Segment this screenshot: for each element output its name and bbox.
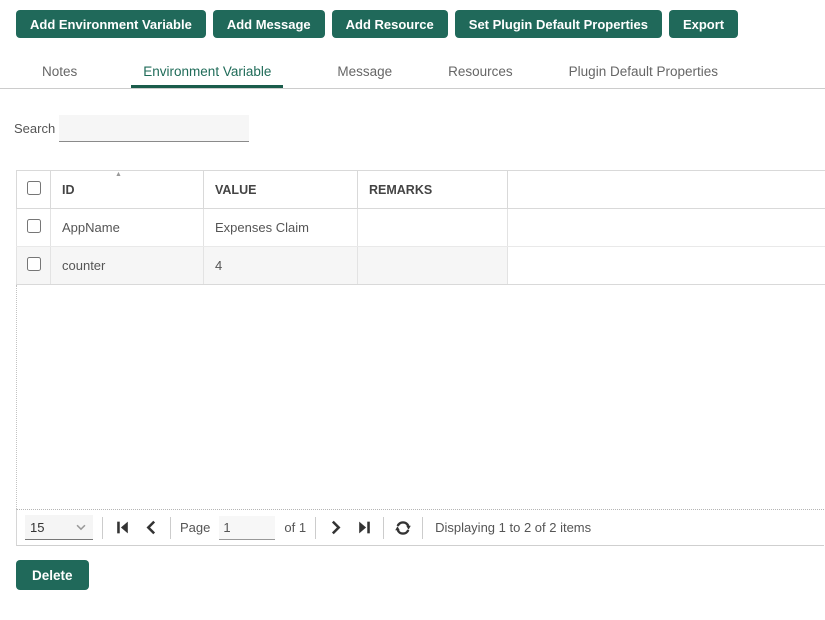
row-checkbox-cell: [17, 247, 51, 285]
row-checkbox[interactable]: [27, 219, 41, 233]
table-row[interactable]: AppName Expenses Claim: [17, 209, 825, 247]
chevron-left-icon: [143, 519, 160, 536]
last-page-button[interactable]: [354, 516, 374, 540]
column-header-remarks-label: REMARKS: [369, 183, 432, 197]
set-plugin-default-properties-button[interactable]: Set Plugin Default Properties: [455, 10, 662, 38]
toolbar: Add Environment Variable Add Message Add…: [16, 10, 809, 38]
pager-divider: [102, 517, 103, 539]
next-page-button[interactable]: [325, 516, 345, 540]
row-checkbox-cell: [17, 209, 51, 247]
search-label: Search: [14, 121, 55, 136]
environment-variable-table: ▲ ID VALUE REMARKS AppName Expenses Clai…: [16, 170, 825, 285]
pagination-bar: 15 Page of 1: [16, 509, 824, 546]
column-header-value-label: VALUE: [215, 183, 256, 197]
chevron-down-icon: [74, 520, 88, 534]
pager-divider: [170, 517, 171, 539]
table-header-row: ▲ ID VALUE REMARKS: [17, 171, 825, 209]
cell-filler: [508, 247, 825, 285]
column-header-id[interactable]: ▲ ID: [51, 171, 204, 209]
tab-environment-variable[interactable]: Environment Variable: [131, 58, 283, 88]
cell-remarks: [358, 209, 508, 247]
page-label: Page: [180, 520, 210, 535]
add-message-button[interactable]: Add Message: [213, 10, 325, 38]
column-header-value[interactable]: VALUE: [204, 171, 358, 209]
footer-actions: Delete: [16, 560, 825, 590]
pager-divider: [383, 517, 384, 539]
cell-filler: [508, 209, 825, 247]
add-resource-button[interactable]: Add Resource: [332, 10, 448, 38]
select-all-header-cell: [17, 171, 51, 209]
tab-bar: Notes Environment Variable Message Resou…: [0, 58, 825, 89]
search-input[interactable]: [59, 115, 249, 142]
filler-column-header: [508, 171, 825, 209]
cell-value: Expenses Claim: [204, 209, 358, 247]
page-number-input[interactable]: [219, 516, 275, 540]
cell-remarks: [358, 247, 508, 285]
search-row: Search: [14, 115, 825, 142]
first-page-icon: [114, 519, 131, 536]
export-button[interactable]: Export: [669, 10, 738, 38]
table-row[interactable]: counter 4: [17, 247, 825, 285]
page-of-label: of 1: [284, 520, 306, 535]
refresh-button[interactable]: [393, 516, 413, 540]
row-checkbox[interactable]: [27, 257, 41, 271]
delete-button[interactable]: Delete: [16, 560, 89, 590]
chevron-right-icon: [327, 519, 344, 536]
table-empty-area: [16, 285, 825, 509]
pager-divider: [422, 517, 423, 539]
first-page-button[interactable]: [112, 516, 132, 540]
cell-id: counter: [51, 247, 204, 285]
select-all-checkbox[interactable]: [27, 181, 41, 195]
column-header-id-label: ID: [62, 183, 75, 197]
page-size-select[interactable]: 15: [25, 515, 93, 540]
sort-asc-icon: ▲: [115, 171, 122, 179]
page-size-value: 15: [30, 520, 44, 535]
refresh-icon: [394, 519, 412, 537]
pager-divider: [315, 517, 316, 539]
tab-message[interactable]: Message: [335, 58, 394, 88]
tab-notes[interactable]: Notes: [40, 58, 79, 88]
pager-status-text: Displaying 1 to 2 of 2 items: [435, 520, 591, 535]
cell-value: 4: [204, 247, 358, 285]
tab-plugin-default-properties[interactable]: Plugin Default Properties: [567, 58, 720, 88]
add-environment-variable-button[interactable]: Add Environment Variable: [16, 10, 206, 38]
cell-id: AppName: [51, 209, 204, 247]
column-header-remarks[interactable]: REMARKS: [358, 171, 508, 209]
tab-resources[interactable]: Resources: [446, 58, 515, 88]
previous-page-button[interactable]: [141, 516, 161, 540]
last-page-icon: [356, 519, 373, 536]
